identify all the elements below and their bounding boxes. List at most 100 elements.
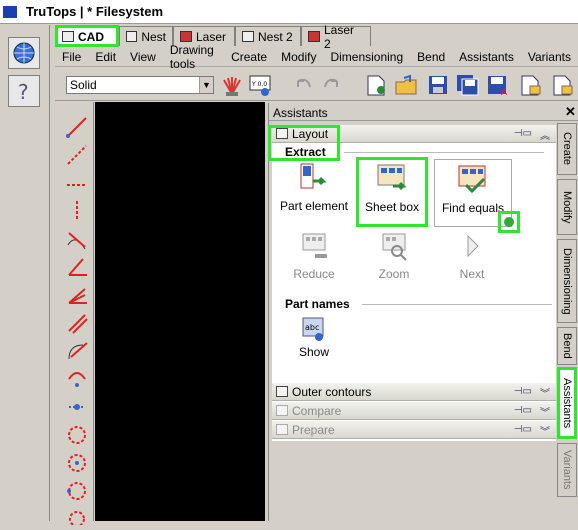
import-icon [553,75,573,96]
svg-text:abc: abc [305,323,319,332]
menu-dimensioning[interactable]: Dimensioning [323,50,410,64]
point-icon [69,404,85,410]
pin-icon[interactable]: ⊣▭ [514,405,532,416]
part-element-button[interactable]: Part element [276,161,352,229]
pin-icon[interactable]: ⊣▭ [514,386,532,397]
circle-icon [68,426,86,444]
vtab-dimensioning[interactable]: Dimensioning [557,239,577,323]
outer-contours-section-header[interactable]: Outer contours ⊣▭ ︾ [272,383,556,401]
ellipse-tool[interactable] [63,504,91,530]
tab-nest-2[interactable]: Nest 2 [235,26,301,46]
show-button[interactable]: abc Show [276,315,352,367]
new-file-button[interactable] [363,73,389,97]
parallel-tool[interactable] [63,310,91,336]
menu-bar: File Edit View Drawing tools Create Modi… [55,43,578,71]
vertical-line-tool[interactable] [63,198,91,224]
title-bar: TruTops | * Filesystem [0,0,578,24]
angle-line-tool[interactable] [63,254,91,280]
pin-icon[interactable]: ⊣▭ [514,424,532,435]
collapse-icon[interactable]: ︽ [540,127,550,142]
arc-icon [68,372,86,387]
arc-tool[interactable] [63,366,91,392]
circle-3pt-icon [67,482,86,500]
menu-variants[interactable]: Variants [521,50,578,64]
new-file-icon [367,75,385,96]
outer-contours-icon [276,386,288,397]
zoom-icon [382,233,407,261]
circle-3pt-tool[interactable] [63,478,91,504]
arc-tangent-tool[interactable] [63,338,91,364]
menu-drawing-tools[interactable]: Drawing tools [163,43,224,71]
menu-file[interactable]: File [55,50,88,64]
save-button[interactable] [425,73,451,97]
display-mode-select[interactable]: Solid [66,76,214,94]
vtab-modify[interactable]: Modify [557,179,577,235]
import-button[interactable] [549,73,575,97]
expand-icon[interactable]: ︾ [540,423,550,438]
reduce-button[interactable]: Reduce [276,231,352,299]
redo-button[interactable] [319,73,345,97]
extract-label: Extract [285,145,326,159]
zoom-button[interactable]: Zoom [356,231,432,299]
vtab-variants[interactable]: Variants [557,443,577,497]
line-angle-tool[interactable] [63,114,91,140]
vtab-assistants[interactable]: Assistants [557,367,577,439]
bisector-tool[interactable] [63,282,91,308]
globe-icon [13,42,35,64]
tangent-line-tool[interactable] [63,226,91,252]
toolbar: Solid ▼ Y 0.0 A [55,68,578,101]
save-as-button[interactable]: A [485,73,511,97]
vtab-create[interactable]: Create [557,123,577,175]
help-button[interactable]: ? [8,75,40,107]
window-title: TruTops | * Filesystem [26,4,164,19]
sheet-box-icon [377,164,407,191]
globe-button[interactable] [8,37,40,69]
coordinates-button[interactable]: Y 0.0 [247,73,273,97]
compare-section-header[interactable]: Compare ⊣▭ ︾ [272,402,556,420]
laser-icon [180,31,192,42]
sheet-box-button[interactable]: Sheet box [356,157,428,227]
chevron-down-icon[interactable]: ▼ [199,77,213,93]
expand-icon[interactable]: ︾ [540,385,550,400]
open-folder-button[interactable] [393,73,419,97]
status-indicator[interactable] [498,211,520,233]
line-2pt-tool[interactable] [63,142,91,168]
divider [344,152,544,153]
next-button[interactable]: Next [434,231,510,299]
expand-icon[interactable]: ︾ [540,404,550,419]
horizontal-line-tool[interactable] [63,170,91,196]
nest-icon [242,31,254,42]
menu-bend[interactable]: Bend [410,50,452,64]
menu-view[interactable]: View [123,50,163,64]
left-sidebar: ? [0,25,50,521]
drawing-canvas[interactable] [95,102,265,521]
undo-button[interactable] [290,73,316,97]
save-all-button[interactable] [455,73,481,97]
menu-modify[interactable]: Modify [274,50,323,64]
drawing-tools-column [60,102,94,525]
close-icon[interactable]: ✕ [565,104,576,120]
prepare-icon [276,424,288,435]
tab-laser-2[interactable]: Laser 2 [301,23,371,51]
tab-cad[interactable]: CAD [55,25,119,47]
menu-create[interactable]: Create [224,50,274,64]
laser-flash-button[interactable] [219,73,245,97]
menu-edit[interactable]: Edit [88,50,123,64]
pin-icon[interactable]: ⊣▭ [514,128,532,139]
prepare-section-header[interactable]: Prepare ⊣▭ ︾ [272,421,556,439]
menu-assistants[interactable]: Assistants [452,50,521,64]
circle-tool[interactable] [63,422,91,448]
export-button[interactable] [517,73,543,97]
angle-line-icon [68,258,87,276]
assistants-panel: Assistants ✕ Layout ⊣▭ ︽ Extract Part el… [268,103,578,521]
save-icon [429,76,447,94]
circle-center-tool[interactable] [63,450,91,476]
vertical-tab-bar: Create Modify Dimensioning Bend Assistan… [557,121,578,521]
redo-icon [324,78,338,88]
export-icon [521,75,541,96]
horizontal-line-icon [67,184,87,186]
tab-bar: CAD Nest Laser Nest 2 Laser 2 [55,23,578,51]
save-all-icon [457,75,479,96]
vtab-bend[interactable]: Bend [557,327,577,365]
point-tool[interactable] [63,394,91,420]
